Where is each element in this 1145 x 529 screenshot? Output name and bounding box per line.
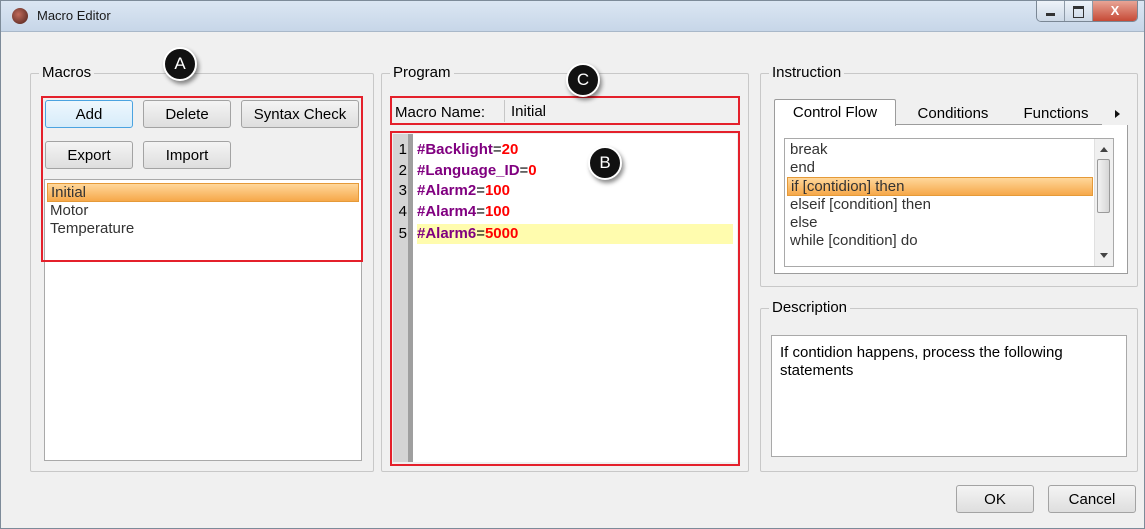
scroll-up-icon[interactable] <box>1100 147 1108 152</box>
instruction-list-item[interactable]: if [contidion] then <box>787 177 1093 196</box>
instruction-group-title: Instruction <box>769 64 845 81</box>
instruction-scrollbar[interactable] <box>1094 139 1113 266</box>
minimize-icon <box>1046 13 1055 16</box>
tab-control-flow[interactable]: Control Flow <box>774 99 896 126</box>
scrollbar-thumb[interactable] <box>1097 159 1110 213</box>
cancel-button[interactable]: Cancel <box>1048 485 1136 513</box>
instruction-list-item[interactable]: end <box>785 159 1113 177</box>
tab-conditions[interactable]: Conditions <box>901 101 1005 127</box>
close-icon: X <box>1110 3 1120 18</box>
description-group-title: Description <box>769 299 851 316</box>
close-button[interactable]: X <box>1093 1 1137 21</box>
annotation-box-b <box>390 131 740 466</box>
scroll-down-icon[interactable] <box>1100 253 1108 258</box>
macros-group-title: Macros <box>39 64 95 81</box>
instruction-list[interactable]: break end if [contidion] then elseif [co… <box>784 138 1114 267</box>
annotation-box-c <box>390 96 740 125</box>
annotation-box-a <box>41 96 363 262</box>
app-icon <box>12 8 28 24</box>
tab-functions[interactable]: Functions <box>1011 101 1101 127</box>
tab-scroll-button[interactable] <box>1102 105 1132 125</box>
callout-b: B <box>588 146 622 180</box>
maximize-icon <box>1073 6 1084 18</box>
window-title: Macro Editor <box>37 8 111 23</box>
macro-editor-window: Macro Editor X Macros Add Delete Syntax … <box>0 0 1145 529</box>
window-controls: X <box>1036 1 1138 22</box>
program-group-title: Program <box>390 64 454 81</box>
callout-c: C <box>566 63 600 97</box>
instruction-list-item[interactable]: break <box>785 141 1113 159</box>
maximize-button[interactable] <box>1065 1 1093 21</box>
ok-button[interactable]: OK <box>956 485 1034 513</box>
title-bar[interactable]: Macro Editor X <box>1 1 1144 32</box>
instruction-list-item[interactable]: while [condition] do <box>785 232 1113 250</box>
description-box: If contidion happens, process the follow… <box>771 335 1127 457</box>
instruction-list-item[interactable]: else <box>785 214 1113 232</box>
instruction-list-item[interactable]: elseif [condition] then <box>785 196 1113 214</box>
description-text: If contidion happens, process the follow… <box>780 344 1063 379</box>
chevron-right-icon <box>1115 110 1120 118</box>
callout-a: A <box>163 47 197 81</box>
minimize-button[interactable] <box>1037 1 1065 21</box>
